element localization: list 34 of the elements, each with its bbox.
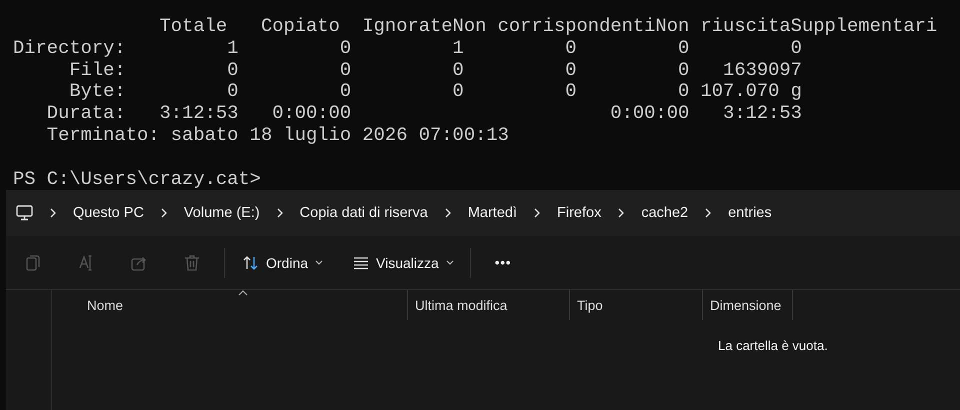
breadcrumb-item[interactable]: Copia dati di riserva	[300, 205, 428, 221]
breadcrumb-item[interactable]: Volume (E:)	[184, 205, 260, 221]
computer-icon[interactable]	[16, 205, 33, 221]
breadcrumb-item[interactable]: cache2	[641, 205, 688, 221]
column-header[interactable]: Nome	[52, 290, 408, 320]
column-header[interactable]: Ultima modifica	[408, 290, 570, 320]
chevron-icon	[276, 208, 283, 218]
terminal-line: Byte: 0 0 0 0 0 107.070 g	[68, 81, 803, 104]
terminal-line: Directory: 1 0 1 0 0 0	[13, 38, 803, 60]
chevron-icon	[705, 208, 712, 218]
command-prompt: PS C:\Users\crazy.cat>	[13, 168, 262, 190]
chevron-icon	[444, 208, 451, 218]
terminal-line: File: 0 0 0 0 0 1639097	[68, 60, 803, 82]
sort-button[interactable]: Ordina	[237, 250, 330, 274]
more-button[interactable]: •••	[488, 251, 518, 274]
chevron-icon	[534, 208, 540, 218]
chevron-icon	[160, 208, 167, 218]
column-header[interactable]: Dimensione	[703, 290, 793, 320]
breadcrumb-item[interactable]: Martedì	[468, 205, 517, 221]
terminal-line: Totale Copiato IgnorateNon corrispondentiNon riuscitaSupplementari	[158, 16, 938, 38]
chevron-down-icon	[315, 260, 324, 265]
chevron-icon	[50, 208, 56, 218]
lines-icon	[353, 256, 370, 270]
column-header[interactable]: Tipo	[570, 290, 703, 320]
breadcrumb-item[interactable]: Questo PC	[73, 205, 144, 221]
terminal-line: Durata: 3:12:53 0:00:00 0:00:00 3:12:53	[46, 103, 803, 125]
breadcrumb-item[interactable]: Firefox	[557, 205, 602, 221]
sort-arrows-icon	[243, 254, 259, 270]
terminal-line: Terminato: sabato 18 luglio 2026 07:00:13	[46, 124, 510, 147]
breadcrumb-item[interactable]: entries	[728, 205, 772, 221]
view-button[interactable]: Visualizza	[347, 250, 460, 274]
chevron-icon	[618, 208, 624, 218]
empty-folder-message: La cartella è vuota.	[718, 338, 828, 353]
chevron-down-icon	[446, 260, 454, 265]
